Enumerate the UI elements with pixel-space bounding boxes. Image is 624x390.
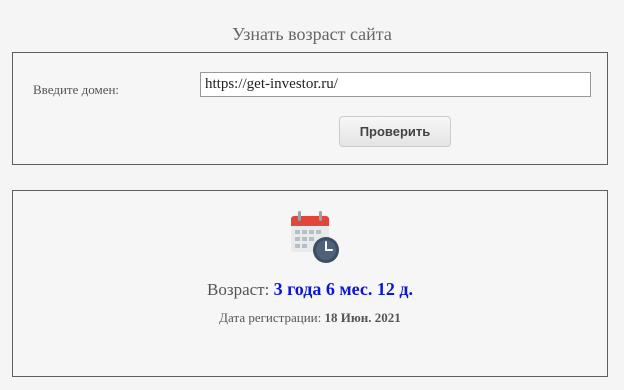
- age-value: 3 года 6 мес. 12 д.: [273, 279, 413, 299]
- result-panel: Возраст: 3 года 6 мес. 12 д. Дата регист…: [12, 190, 608, 377]
- check-button[interactable]: Проверить: [339, 116, 451, 147]
- registration-label: Дата регистрации:: [219, 310, 322, 325]
- domain-form-panel: Введите домен: Проверить: [12, 52, 608, 165]
- domain-input[interactable]: [200, 72, 591, 97]
- calendar-clock-icon: [291, 211, 339, 263]
- registration-date: 18 Июн. 2021: [324, 310, 401, 325]
- page-title: Узнать возраст сайта: [232, 24, 392, 44]
- registration-line: Дата регистрации: 18 Июн. 2021: [13, 310, 607, 326]
- age-line: Возраст: 3 года 6 мес. 12 д.: [13, 279, 607, 300]
- domain-label: Введите домен:: [33, 82, 120, 97]
- age-label: Возраст:: [207, 280, 270, 299]
